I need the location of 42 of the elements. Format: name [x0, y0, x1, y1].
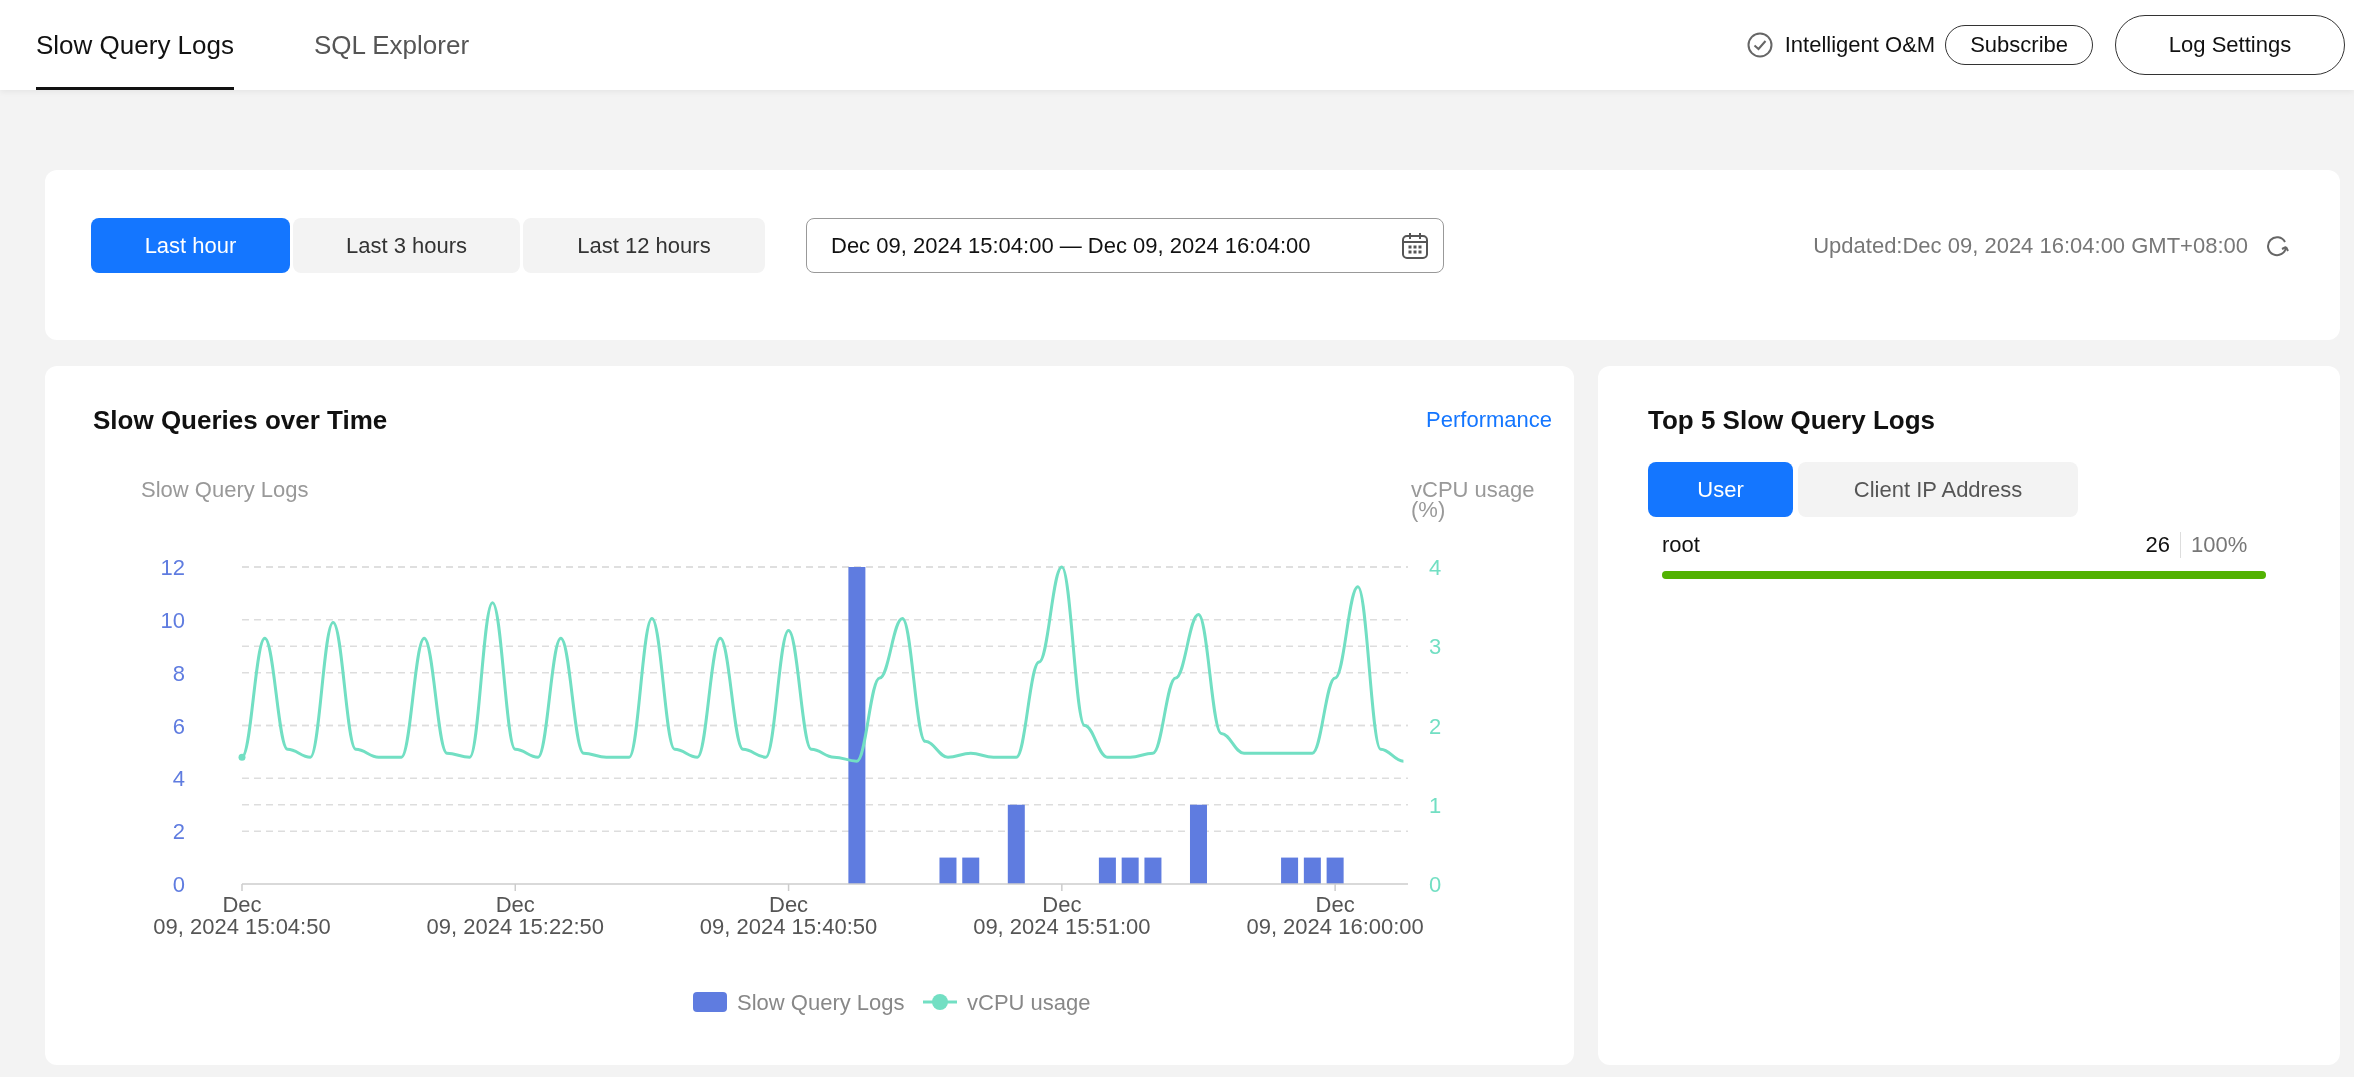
- tab[interactable]: Slow Query Logs: [36, 0, 234, 90]
- y-axis-label: 3: [1429, 634, 1442, 660]
- performance-link[interactable]: Performance: [1426, 407, 1552, 433]
- y-axis-label: 8: [172, 660, 185, 686]
- tab[interactable]: User: [1648, 462, 1793, 517]
- y-axis-label: 1: [1429, 792, 1442, 818]
- tab[interactable]: Client IP Address: [1798, 462, 2078, 517]
- y-axis-label: 4: [1429, 555, 1442, 580]
- axis-title: Slow Query Logs: [141, 477, 309, 502]
- updated-time: Updated:Dec 09, 2024 16:04:00 GMT+08:00: [1813, 232, 2248, 259]
- y-axis-label: 6: [172, 713, 185, 739]
- panel-title: Top 5 Slow Query Logs: [1648, 404, 1935, 436]
- legend-line-icon: [923, 994, 957, 1010]
- x-axis-label: Dec 09, 2024 16:00:00: [1246, 892, 1424, 939]
- legend-label[interactable]: vCPU usage: [967, 990, 1091, 1015]
- x-axis-label: Dec 09, 2024 15:40:50: [699, 892, 878, 939]
- check-circle-icon: [1746, 32, 1773, 58]
- time-range-button[interactable]: Last 3 hours: [293, 218, 520, 273]
- tab[interactable]: SQL Explorer: [314, 0, 470, 90]
- y-axis-label: 10: [160, 607, 185, 633]
- subscribe-button[interactable]: Subscribe: [1945, 25, 2093, 65]
- query-count: 26: [2145, 532, 2181, 558]
- data-point: [238, 753, 246, 761]
- user-name: root: [1662, 532, 1701, 558]
- date-range-field[interactable]: Dec 09, 2024 15:04:00 — Dec 09, 2024 16:04:00: [806, 218, 1444, 273]
- y-axis-label: 2: [172, 819, 185, 845]
- calendar-icon: [1401, 231, 1429, 260]
- chart-title: Slow Queries over Time: [93, 404, 388, 436]
- y-axis-label: 2: [1429, 713, 1442, 739]
- time-range-button[interactable]: Last 12 hours: [523, 218, 765, 273]
- y-axis-label: 12: [160, 555, 185, 580]
- y-axis-label: 0: [1429, 872, 1442, 897]
- legend-bar-swatch: [693, 992, 727, 1012]
- time-range-button[interactable]: Last hour: [91, 218, 290, 273]
- axis-title: vCPU usage (%): [1411, 477, 1535, 522]
- share-percent: 100%: [2190, 532, 2249, 558]
- intelligent-om-label: Intelligent O&M: [1784, 32, 1936, 58]
- y-axis-label: 4: [172, 766, 185, 792]
- x-axis-label: Dec 09, 2024 15:51:00: [973, 892, 1151, 939]
- legend-label[interactable]: Slow Query Logs: [737, 990, 905, 1015]
- x-axis-label: Dec 09, 2024 15:22:50: [426, 892, 604, 939]
- log-settings-button[interactable]: Log Settings: [2115, 15, 2345, 75]
